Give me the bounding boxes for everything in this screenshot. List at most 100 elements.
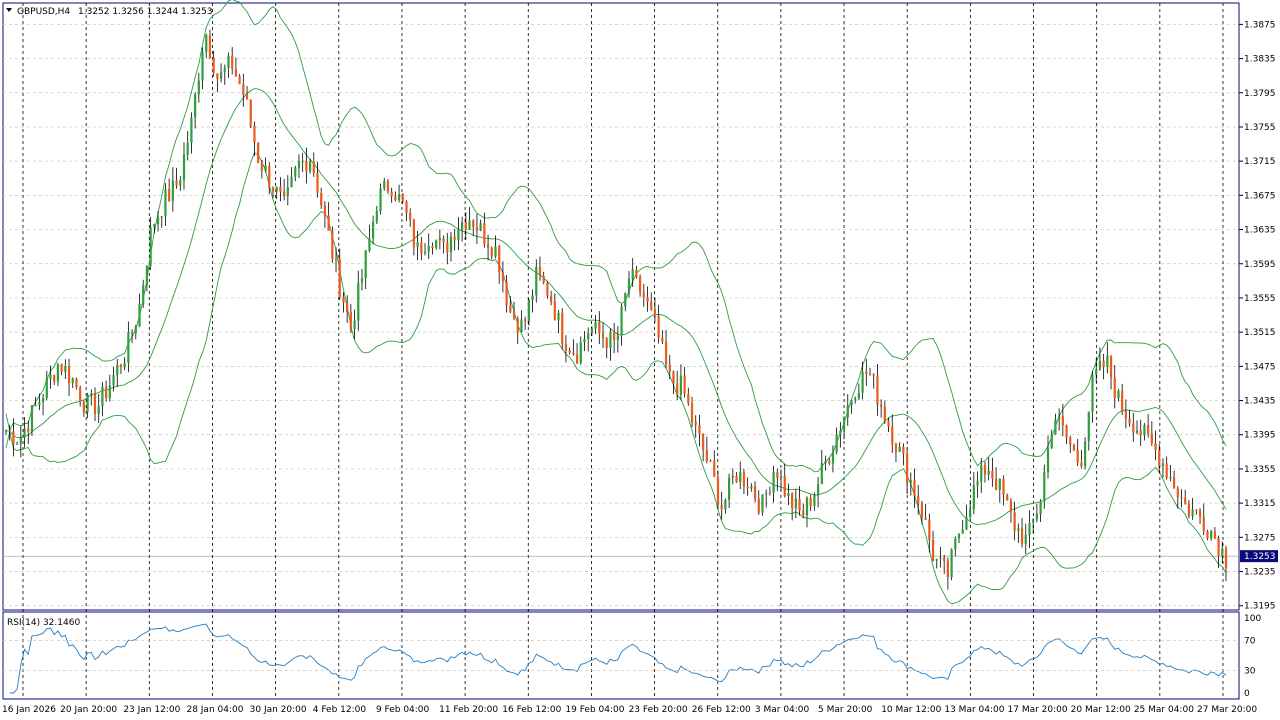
- rsi-tick-label: 100: [1244, 614, 1261, 624]
- candle-body: [1083, 441, 1087, 467]
- candle-body: [872, 374, 875, 376]
- candle-body: [1202, 516, 1205, 532]
- candle-body: [650, 301, 653, 310]
- candle-body: [1121, 390, 1124, 412]
- candle-body: [53, 374, 56, 382]
- candle-body: [308, 161, 312, 172]
- candle-body: [27, 428, 30, 432]
- candle-body: [290, 176, 293, 188]
- candle-body: [364, 250, 367, 279]
- candle-body: [271, 187, 275, 192]
- time-tick-label: 5 Mar 20:00: [818, 705, 873, 715]
- candle-body: [753, 486, 757, 499]
- candle-body: [116, 365, 119, 376]
- candle-body: [64, 366, 67, 372]
- candle-body: [583, 338, 586, 343]
- candle-body: [1184, 497, 1187, 504]
- candle-body: [1024, 534, 1027, 544]
- candle-body: [379, 188, 382, 212]
- candle-body: [4, 430, 8, 432]
- candle-body: [16, 443, 19, 445]
- candle-body: [1061, 416, 1064, 426]
- price-tick-label: 1.3795: [1244, 89, 1276, 99]
- candle-body: [112, 375, 115, 386]
- candle-body: [249, 99, 252, 126]
- candle-body: [553, 301, 556, 321]
- candle-body: [331, 230, 334, 259]
- candle-body: [1154, 443, 1157, 450]
- candle-body: [190, 117, 193, 143]
- price-tick-label: 1.3835: [1244, 55, 1276, 65]
- candle-body: [1028, 522, 1031, 535]
- candle-body: [123, 362, 126, 368]
- time-tick-label: 19 Feb 04:00: [565, 705, 624, 715]
- candle-body: [564, 344, 568, 351]
- candle-body: [164, 189, 167, 217]
- time-axis[interactable]: 16 Jan 2026 20 Jan 20:00 23 Jan 12:00 28 Ja…: [2, 705, 1257, 715]
- candle-body: [887, 420, 890, 427]
- candle-body: [179, 180, 182, 186]
- candle-body: [657, 315, 660, 338]
- candle-body: [279, 186, 282, 192]
- candle-body: [101, 386, 104, 407]
- candle-body: [405, 201, 408, 213]
- candle-body: [194, 94, 197, 118]
- candle-body: [1050, 434, 1053, 448]
- candle-body: [931, 539, 935, 561]
- price-tick-label: 1.3315: [1244, 499, 1276, 509]
- trading-chart[interactable]: 1.3875 1.3835 1.3795 1.3755 1.3715 1.3675 1.36…: [0, 0, 1280, 720]
- candle-body: [449, 236, 453, 253]
- candle-body: [1106, 355, 1109, 368]
- candle-body: [935, 558, 938, 561]
- candle-body: [1009, 500, 1013, 513]
- candle-body: [498, 246, 501, 273]
- price-pane[interactable]: [2, 2, 1240, 611]
- candle-body: [238, 75, 241, 85]
- candle-body: [542, 275, 545, 283]
- candle-body: [360, 278, 364, 283]
- candle-body: [561, 313, 564, 345]
- rsi-tick-label: 0: [1244, 689, 1250, 699]
- candle-body: [446, 242, 449, 253]
- candle-body: [683, 375, 686, 394]
- candle-body: [145, 265, 149, 286]
- rsi-pane[interactable]: [2, 611, 1240, 700]
- candle-body: [1113, 377, 1116, 399]
- candle-body: [435, 240, 438, 248]
- candle-body: [702, 433, 705, 450]
- candle-body: [653, 309, 657, 316]
- candle-body: [431, 245, 434, 248]
- candle-body: [924, 517, 927, 520]
- candle-body: [727, 477, 731, 500]
- time-tick-label: 16 Jan 2026: [2, 705, 56, 715]
- candle-body: [765, 493, 768, 495]
- candle-body: [420, 242, 423, 254]
- candle-body: [1221, 548, 1224, 557]
- candle-body: [1198, 510, 1202, 517]
- candle-body: [297, 161, 301, 168]
- price-axis[interactable]: 1.3875 1.3835 1.3795 1.3755 1.3715 1.3675 1.36…: [1239, 20, 1276, 612]
- candle-body: [590, 328, 594, 334]
- time-tick-label: 9 Feb 04:00: [376, 705, 430, 715]
- candle-body: [613, 331, 616, 340]
- candle-body: [264, 165, 267, 171]
- candle-body: [105, 386, 108, 399]
- candle-body: [535, 266, 538, 296]
- candle-body: [861, 371, 864, 393]
- candle-body: [579, 342, 582, 364]
- candle-body: [1032, 519, 1035, 523]
- candle-body: [1210, 531, 1213, 539]
- candle-body: [846, 405, 849, 418]
- candle-body: [816, 484, 820, 496]
- candle-body: [809, 497, 812, 507]
- time-tick-label: 10 Mar 12:00: [881, 705, 941, 715]
- candle-body: [720, 504, 723, 510]
- candle-body: [1091, 374, 1094, 412]
- candle-body: [601, 333, 605, 339]
- candle-body: [705, 449, 708, 461]
- candle-body: [1213, 531, 1216, 539]
- price-tick-label: 1.3595: [1244, 260, 1276, 270]
- candle-body: [316, 172, 319, 193]
- candle-body: [301, 160, 304, 162]
- candle-body: [917, 495, 920, 504]
